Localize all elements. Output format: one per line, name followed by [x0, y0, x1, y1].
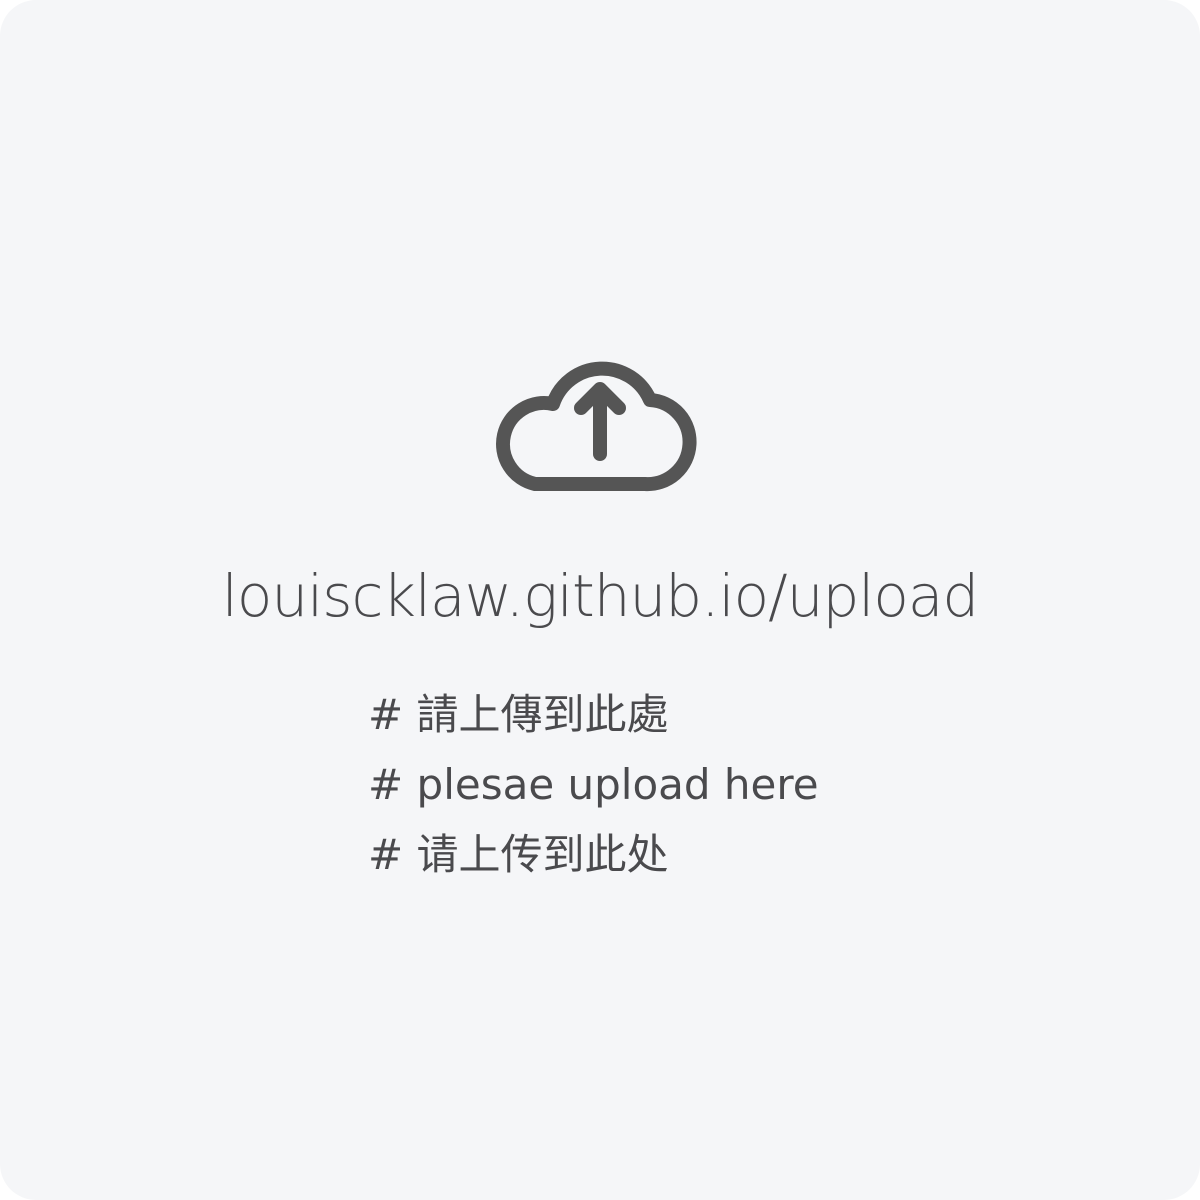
instruction-simplified-chinese: # 请上传到此处: [368, 830, 669, 879]
instruction-traditional-chinese: # 請上傳到此處: [368, 690, 669, 739]
instruction-english: # plesae upload here: [368, 760, 819, 809]
cloud-upload-icon: [496, 361, 697, 492]
upload-drop-zone[interactable]: louiscklaw.github.io/upload # 請上傳到此處 # p…: [0, 0, 1200, 1200]
upload-instructions: # 請上傳到此處 # plesae upload here # 请上传到此处: [368, 680, 968, 890]
upload-url: louiscklaw.github.io/upload: [221, 562, 979, 630]
